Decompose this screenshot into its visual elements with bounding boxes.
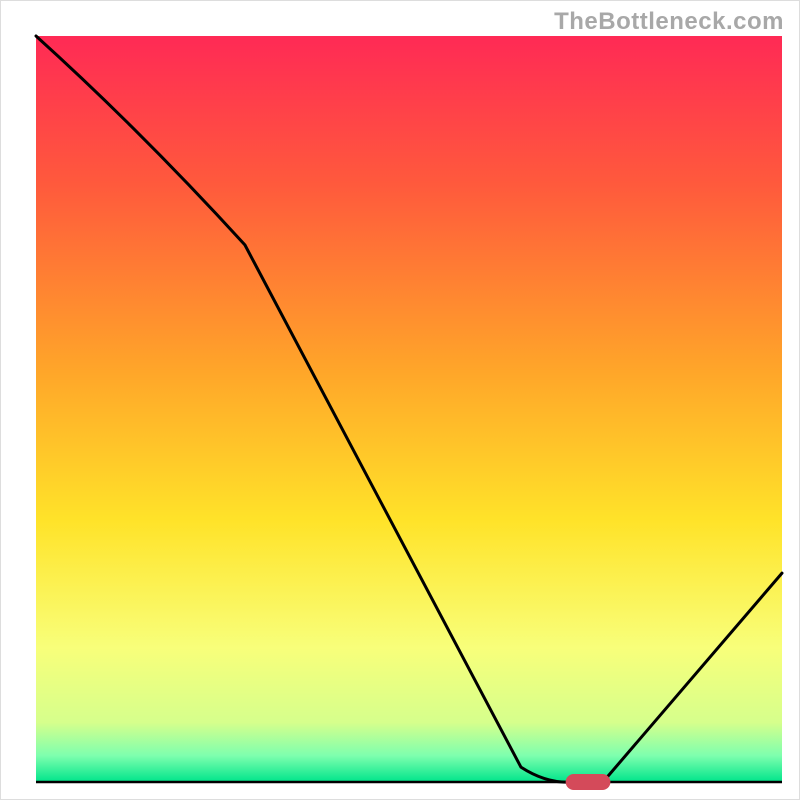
watermark-text: TheBottleneck.com (554, 8, 784, 36)
chart-svg (0, 0, 800, 800)
optimal-marker (566, 774, 611, 790)
plot-background (36, 36, 782, 782)
chart-stage: TheBottleneck.com (0, 0, 800, 800)
